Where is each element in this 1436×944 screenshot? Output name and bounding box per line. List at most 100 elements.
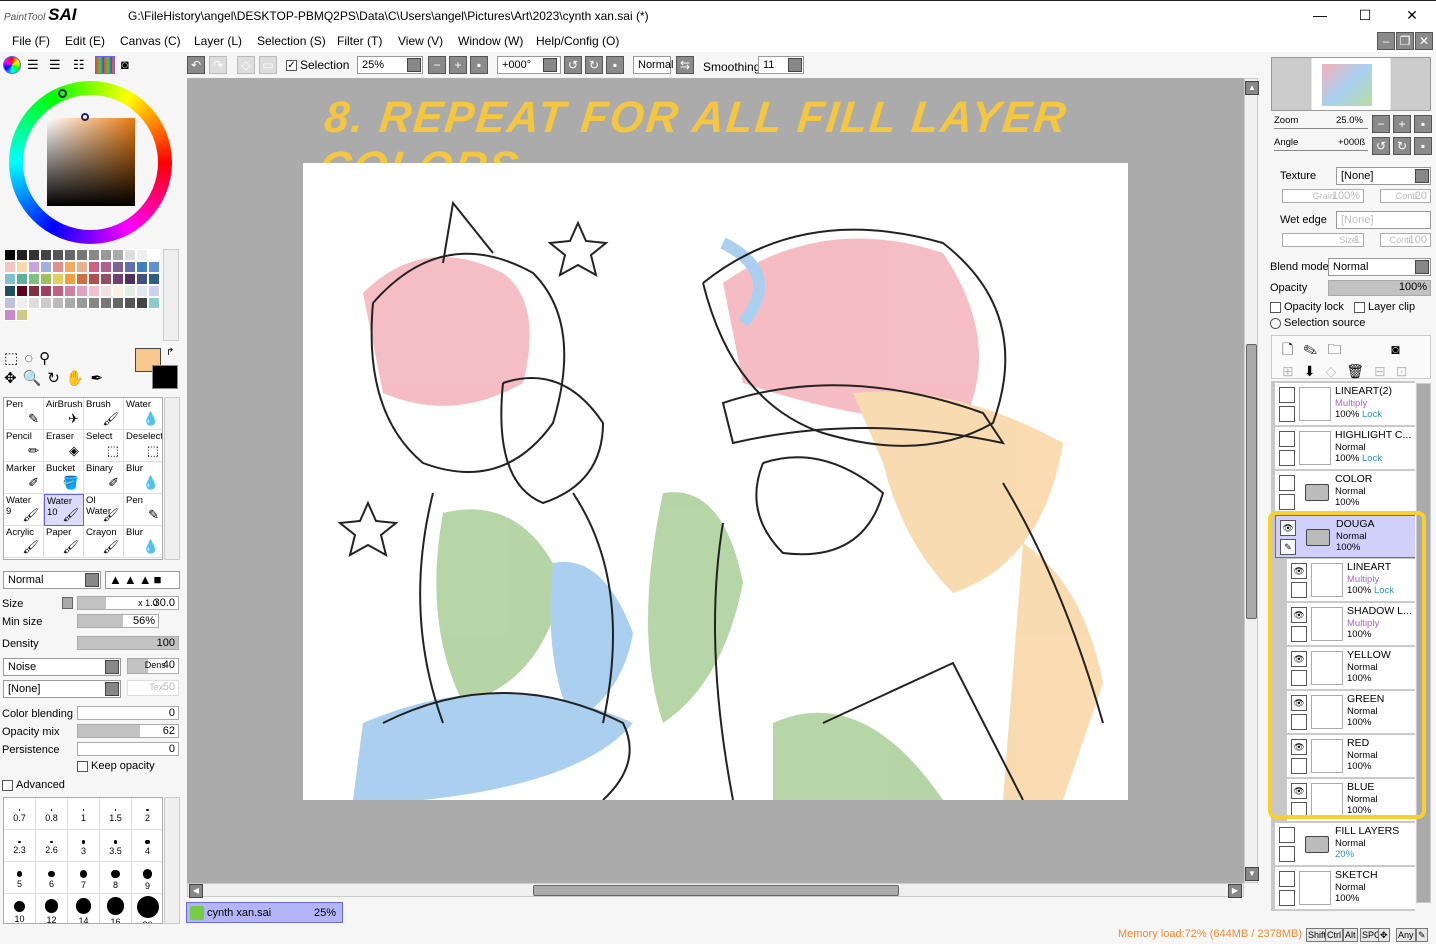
palette-swatch[interactable] <box>76 249 88 261</box>
scroll-up-button[interactable]: ▲ <box>1245 81 1259 95</box>
close-button[interactable]: ✕ <box>1397 7 1427 24</box>
tool-scrollbar[interactable] <box>164 397 180 560</box>
menu-file[interactable]: File (F) <box>12 34 50 48</box>
palette-swatch[interactable] <box>64 249 76 261</box>
palette-swatch[interactable] <box>64 261 76 273</box>
zoom-out-button[interactable]: − <box>428 56 446 74</box>
menu-view[interactable]: View (V) <box>398 34 443 48</box>
contrast-slider[interactable]: Contr20 <box>1380 189 1431 203</box>
palette-swatch[interactable] <box>64 273 76 285</box>
mixer-tab-icon[interactable]: ☷ <box>73 57 85 73</box>
swatches-tab-icon[interactable] <box>95 56 115 74</box>
palette-swatch[interactable] <box>52 249 64 261</box>
palette-swatch[interactable] <box>28 261 40 273</box>
brush-size-preset[interactable]: 3 <box>68 830 100 862</box>
secondary-color-swatch[interactable] <box>152 365 178 389</box>
magic-wand-icon[interactable]: ⚲ <box>39 350 56 367</box>
rect-select-icon[interactable]: ⬚ <box>4 350 24 367</box>
chevron-down-icon[interactable] <box>105 682 119 696</box>
tool-water[interactable]: Water 💧 <box>124 398 162 430</box>
nav-zoom-reset-button[interactable]: ▪ <box>1414 115 1432 133</box>
visibility-toggle[interactable] <box>1279 475 1295 491</box>
layer-item[interactable]: LINEART(2) Multiply 100% Lock <box>1275 383 1415 426</box>
palette-swatch[interactable] <box>100 273 112 285</box>
palette-swatch[interactable] <box>112 261 124 273</box>
menu-window[interactable]: Window (W) <box>458 34 523 48</box>
palette-swatch[interactable] <box>16 273 28 285</box>
brush-size-preset[interactable]: 5 <box>4 862 36 894</box>
visibility-toggle[interactable] <box>1279 827 1295 843</box>
palette-swatch[interactable] <box>76 297 88 309</box>
palette-swatch[interactable] <box>88 261 100 273</box>
palette-swatch[interactable] <box>88 285 100 297</box>
brush-size-preset[interactable]: 6 <box>36 862 68 894</box>
zoom-reset-button[interactable]: ▪ <box>470 56 488 74</box>
mdi-minimize-button[interactable]: – <box>1377 32 1395 50</box>
nav-zoom-out-button[interactable]: − <box>1372 115 1390 133</box>
nav-rotate-cw-button[interactable]: ↻ <box>1393 137 1411 155</box>
opacity-mix-slider[interactable]: 62 <box>77 724 179 738</box>
palette-swatch[interactable] <box>124 273 136 285</box>
brush-size-scrollbar[interactable] <box>164 797 180 924</box>
tool-bucket[interactable]: Bucket 🪣 <box>44 462 84 494</box>
nav-rotate-ccw-button[interactable]: ↺ <box>1372 137 1390 155</box>
brush-size-preset[interactable]: 2.6 <box>36 830 68 862</box>
mdi-restore-button[interactable]: ❐ <box>1396 32 1414 50</box>
palette-swatch[interactable] <box>4 285 16 297</box>
brush-shape-selector[interactable]: ▲▲▲■ <box>105 571 180 589</box>
tool-binary[interactable]: Binary ✐ <box>84 462 124 494</box>
brush-size-preset[interactable]: 7 <box>68 862 100 894</box>
layer-lock-toggle[interactable] <box>1279 406 1295 422</box>
palette-swatch[interactable] <box>52 297 64 309</box>
tool-airbrush[interactable]: AirBrush ✈ <box>44 398 84 430</box>
hue-cursor[interactable] <box>58 89 67 98</box>
scroll-left-button[interactable]: ◀ <box>189 884 203 898</box>
brush-size-preset[interactable]: 9 <box>132 862 162 894</box>
maximize-button[interactable]: ☐ <box>1350 7 1380 24</box>
minimize-button[interactable]: — <box>1305 7 1335 23</box>
palette-swatch[interactable] <box>88 297 100 309</box>
saturation-value-square[interactable] <box>47 118 135 206</box>
selection-source-radio[interactable]: Selection source <box>1270 317 1365 329</box>
palette-swatch[interactable] <box>148 261 160 273</box>
brush-size-preset[interactable]: 3.5 <box>100 830 132 862</box>
palette-swatch[interactable] <box>4 297 16 309</box>
palette-swatch[interactable] <box>28 249 40 261</box>
palette-swatch[interactable] <box>148 285 160 297</box>
rotate-cw-button[interactable]: ↻ <box>585 56 603 74</box>
chevron-down-icon[interactable] <box>543 58 557 72</box>
brush-size-preset[interactable]: 16 <box>100 894 132 923</box>
palette-swatch[interactable] <box>4 309 16 321</box>
wet-size-slider[interactable]: Size1 <box>1282 233 1364 247</box>
brush-size-preset[interactable]: 12 <box>36 894 68 923</box>
vertical-scrollbar[interactable]: ▲ ▼ <box>1244 78 1259 883</box>
tool-pen[interactable]: Pen ✎ <box>124 494 162 526</box>
palette-swatch[interactable] <box>4 273 16 285</box>
tool-brush[interactable]: Brush 🖌 <box>84 398 124 430</box>
tool-marker[interactable]: Marker ✐ <box>4 462 44 494</box>
merge-visible-icon[interactable]: ⊟ <box>1374 363 1396 379</box>
layer-item[interactable]: HIGHLIGHT C... Normal 100% Lock <box>1275 427 1415 470</box>
palette-swatch[interactable] <box>100 285 112 297</box>
palette-swatch[interactable] <box>112 273 124 285</box>
lasso-icon[interactable]: ◌ <box>24 350 39 367</box>
chevron-down-icon[interactable] <box>1415 260 1429 274</box>
palette-swatch[interactable] <box>124 285 136 297</box>
palette-swatch[interactable] <box>136 285 148 297</box>
palette-swatch[interactable] <box>16 249 28 261</box>
deselect-button[interactable]: ◇ <box>237 56 255 74</box>
palette-swatch[interactable] <box>28 285 40 297</box>
selection-toggle[interactable]: ✓ Selection <box>286 58 349 72</box>
visibility-toggle[interactable] <box>1279 871 1295 887</box>
rgb-slider-tab-icon[interactable]: ☰ <box>27 57 39 73</box>
tool-water[interactable]: Water 10 🖌 <box>44 494 84 526</box>
brush-size-preset[interactable]: 20 <box>132 894 162 923</box>
rotate-ccw-button[interactable]: ↺ <box>564 56 582 74</box>
chevron-down-icon[interactable] <box>788 58 802 72</box>
move-icon[interactable]: ✥ <box>4 370 23 387</box>
sv-cursor[interactable] <box>81 113 89 121</box>
horizontal-scroll-thumb[interactable] <box>533 885 899 896</box>
layer-lock-toggle[interactable] <box>1279 450 1295 466</box>
palette-swatch[interactable] <box>100 261 112 273</box>
keep-opacity-checkbox[interactable]: Keep opacity <box>77 760 155 772</box>
